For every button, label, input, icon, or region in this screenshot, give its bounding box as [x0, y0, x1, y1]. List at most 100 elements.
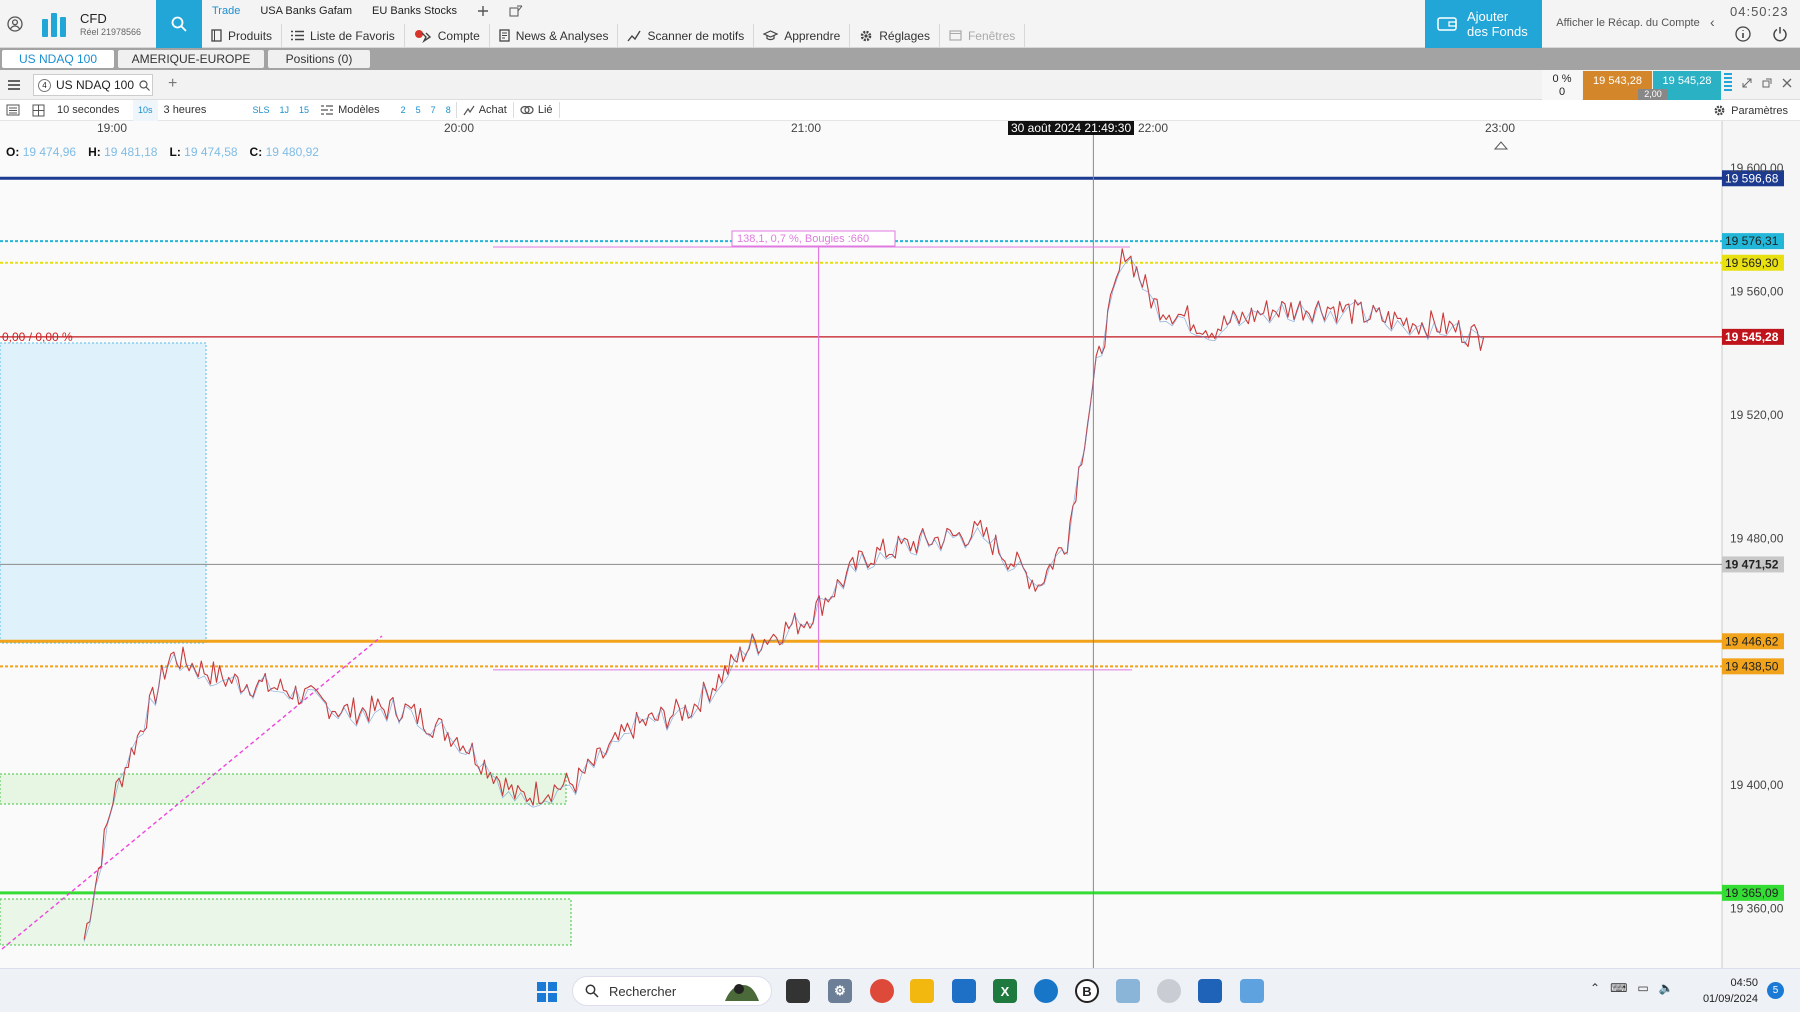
bell-icon[interactable] — [1493, 141, 1509, 150]
account-number: Réel 21978566 — [80, 26, 142, 37]
range-select[interactable]: 3 heures — [158, 100, 248, 121]
search-button[interactable] — [156, 0, 202, 48]
ohlc-close-label: C: — [249, 145, 263, 159]
order-book-icon[interactable] — [1724, 72, 1732, 94]
keyboard-icon[interactable]: ⌨ — [1610, 981, 1627, 995]
price-line-label: 19 576,31 — [1725, 234, 1779, 248]
preset-2[interactable]: 2 — [396, 100, 411, 121]
monitor-icon[interactable]: ▭ — [1637, 981, 1648, 995]
file-explorer-icon[interactable] — [910, 979, 934, 1003]
taskbar-time: 04:50 — [1730, 977, 1758, 989]
tab-amerique-europe[interactable]: AMERIQUE-EUROPE — [118, 50, 264, 68]
ohlc-low: 19 474,58 — [184, 145, 238, 159]
buy-mode-button[interactable]: Achat — [457, 100, 513, 121]
detach-tab-button[interactable] — [499, 0, 533, 22]
settings-app-icon[interactable]: ⚙ — [828, 979, 852, 1003]
chrome-icon[interactable] — [870, 979, 894, 1003]
main-menu: Produits Liste de Favoris Compte News & … — [202, 23, 1026, 48]
clock: 04:50:23 — [1730, 4, 1789, 19]
spread-percent: 0 % — [1552, 73, 1572, 85]
brave-b-icon[interactable]: B — [1075, 979, 1099, 1003]
menu-scanner[interactable]: Scanner de motifs — [618, 23, 755, 48]
expand-icon[interactable] — [1742, 78, 1752, 88]
price-series-line[interactable] — [83, 248, 1485, 940]
models-button[interactable]: Modèles — [314, 100, 386, 121]
user-account-button[interactable] — [0, 0, 30, 48]
instrument-tab-bar: US NDAQ 100 AMERIQUE-EUROPE Positions (0… — [0, 48, 1800, 70]
zone-blue — [0, 342, 207, 644]
link-icon — [520, 105, 534, 115]
search-icon[interactable] — [139, 79, 150, 91]
trading-app-window: CFD Réel 21978566 Trade USA Banks Gafam … — [0, 0, 1800, 1012]
preset-8[interactable]: 8 — [441, 100, 456, 121]
tab-edit-icon — [509, 5, 523, 17]
power-icon[interactable] — [1772, 26, 1788, 47]
remote-app-icon[interactable] — [1198, 979, 1222, 1003]
brand-logo[interactable]: CFD Réel 21978566 — [30, 0, 156, 48]
tab-trade[interactable]: Trade — [202, 0, 250, 22]
excel-icon[interactable]: X — [993, 979, 1017, 1003]
chart-canvas[interactable]: 19 596,6819 576,3119 569,3019 545,2819 4… — [0, 121, 1800, 968]
layout-toggle-button[interactable] — [0, 100, 26, 121]
windows-logo-icon — [537, 982, 557, 1002]
interval-10s[interactable]: 10s — [133, 99, 158, 121]
edge-icon[interactable] — [1034, 979, 1058, 1003]
taskbar-search[interactable]: Rechercher — [572, 976, 772, 1006]
add-chart-icon[interactable]: + — [168, 75, 177, 93]
gear-icon — [860, 30, 872, 41]
display-app-icon[interactable] — [1240, 979, 1264, 1003]
zone-green-1 — [0, 773, 567, 805]
menu-apprendre[interactable]: Apprendre — [754, 23, 851, 48]
menu-news[interactable]: News & Analyses — [490, 23, 619, 48]
add-tab-button[interactable] — [467, 0, 499, 22]
ohlc-open-label: O: — [6, 145, 20, 159]
range-1j[interactable]: 1J — [275, 100, 295, 121]
lot-size[interactable]: 2,00 — [1638, 89, 1668, 100]
pen-app-icon[interactable] — [1157, 979, 1181, 1003]
logo-icon — [42, 11, 68, 37]
close-icon[interactable] — [1782, 78, 1792, 88]
account-summary-link[interactable]: Afficher le Récap. du Compte — [1548, 0, 1708, 46]
range-15[interactable]: 15 — [294, 100, 314, 121]
add-funds-button[interactable]: Ajouter des Fonds — [1425, 0, 1542, 48]
info-icon[interactable] — [1735, 26, 1751, 47]
account-icon — [414, 29, 431, 43]
preset-5[interactable]: 5 — [411, 100, 426, 121]
tab-usa-banks-gafam[interactable]: USA Banks Gafam — [250, 0, 362, 22]
chevron-left-icon[interactable]: ‹ — [1710, 14, 1715, 30]
ohlc-open: 19 474,96 — [22, 145, 77, 159]
menu-fenetres[interactable]: Fenêtres — [940, 23, 1026, 48]
y-tick-label: 19 560,00 — [1730, 284, 1784, 298]
taskbar-clock[interactable]: 04:50 01/09/2024 — [1690, 975, 1758, 1007]
plus-icon — [478, 6, 489, 16]
windows-start-button[interactable] — [537, 982, 557, 1007]
tab-eu-banks-stocks[interactable]: EU Banks Stocks — [362, 0, 467, 22]
preset-7[interactable]: 7 — [426, 100, 441, 121]
price-chart[interactable]: 19 596,68 19 576,31 19 569,30 19 545,28 19 4… — [0, 121, 1800, 968]
grid-layout-button[interactable] — [26, 100, 51, 121]
tab-us-ndaq-100[interactable]: US NDAQ 100 — [2, 50, 114, 68]
list-icon — [291, 30, 305, 41]
hamburger-menu-icon[interactable] — [7, 78, 21, 96]
task-view-icon[interactable] — [786, 979, 810, 1003]
speaker-icon[interactable]: 🔈 — [1659, 981, 1674, 995]
notification-badge[interactable]: 5 — [1767, 982, 1784, 999]
chart-settings-button[interactable]: Paramètres — [1713, 100, 1788, 121]
menu-reglages[interactable]: Réglages — [850, 23, 940, 48]
chart-app-icon[interactable] — [952, 979, 976, 1003]
mail-icon[interactable] — [1116, 979, 1140, 1003]
interval-select[interactable]: 10 secondes — [51, 100, 133, 121]
menu-produits[interactable]: Produits — [202, 23, 283, 48]
chart-instrument-selector[interactable]: 4 US NDAQ 100 — [33, 74, 153, 96]
popout-icon[interactable] — [1762, 78, 1772, 88]
change-label: 0,00 / 0,00 % — [2, 330, 73, 344]
x-tick-label: 20:00 — [444, 121, 474, 135]
menu-favoris[interactable]: Liste de Favoris — [282, 23, 405, 48]
sls-button[interactable]: SLS — [248, 100, 275, 121]
ohlc-low-label: L: — [169, 145, 181, 159]
linked-button[interactable]: Lié — [514, 100, 559, 121]
tab-positions[interactable]: Positions (0) — [268, 50, 370, 68]
menu-compte[interactable]: Compte — [405, 23, 490, 48]
taskbar-date: 01/09/2024 — [1702, 993, 1758, 1005]
chevron-up-icon[interactable]: ⌃ — [1590, 981, 1600, 995]
